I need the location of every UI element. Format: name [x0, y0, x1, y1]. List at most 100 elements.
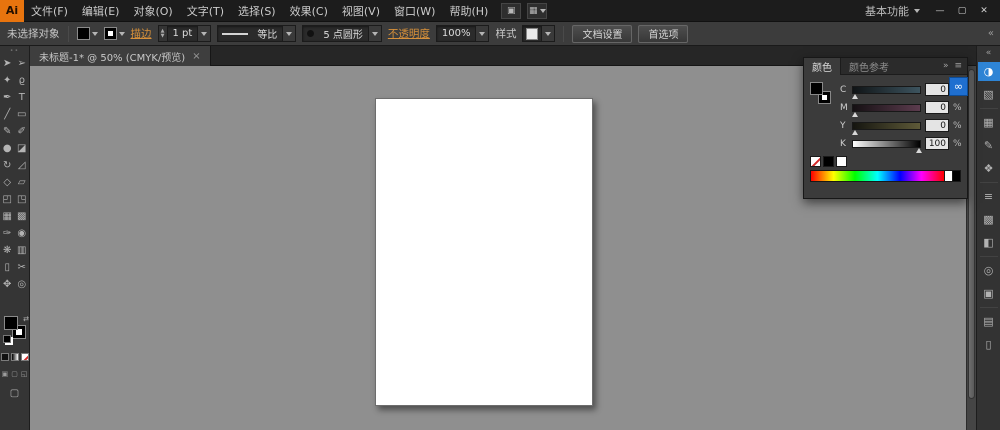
width-profile-dropdown-button[interactable]	[282, 26, 295, 41]
gradient-button[interactable]	[11, 353, 19, 361]
shape-builder-tool[interactable]: ◰	[0, 191, 15, 208]
menu-type[interactable]: 文字(T)	[180, 0, 231, 22]
bridge-icon[interactable]: ▣	[501, 3, 521, 19]
brush-definition-dropdown[interactable]: 5 点圆形	[302, 25, 382, 42]
dock-icon-brushes[interactable]: ✎	[978, 136, 1000, 155]
brush-dropdown-button[interactable]	[368, 26, 381, 41]
tab-color-guide[interactable]: 颜色参考	[841, 58, 897, 75]
tab-color[interactable]: 颜色	[804, 58, 841, 75]
type-tool[interactable]: T	[15, 89, 30, 106]
rotate-tool[interactable]: ↻	[0, 157, 15, 174]
artboard[interactable]	[375, 98, 593, 406]
minimize-button[interactable]: —	[930, 3, 950, 19]
opacity-dropdown-button[interactable]	[475, 26, 488, 41]
magenta-slider[interactable]	[852, 104, 921, 112]
draw-behind-icon[interactable]: ▢	[11, 370, 18, 378]
dock-icon-swatches[interactable]: ▦	[978, 113, 1000, 132]
zoom-tool[interactable]: ◎	[15, 276, 30, 293]
dock-icon-stroke[interactable]: ≡	[978, 187, 1000, 206]
lasso-tool[interactable]: ϱ	[15, 72, 30, 89]
cyan-slider-thumb[interactable]	[852, 94, 858, 99]
menu-view[interactable]: 视图(V)	[335, 0, 387, 22]
dock-icon-appearance[interactable]: ◎	[978, 261, 1000, 280]
screen-mode-button[interactable]: ▢	[10, 388, 19, 399]
dock-icon-graphic-styles[interactable]: ▣	[978, 284, 1000, 303]
yellow-slider-thumb[interactable]	[852, 130, 858, 135]
preferences-button[interactable]: 首选项	[638, 25, 688, 43]
black-swatch[interactable]	[823, 156, 834, 167]
default-fill-stroke-icon[interactable]	[3, 335, 11, 343]
close-button[interactable]: ✕	[974, 3, 994, 19]
line-segment-tool[interactable]: ╱	[0, 106, 15, 123]
eraser-tool[interactable]: ◪	[15, 140, 30, 157]
menu-file[interactable]: 文件(F)	[24, 0, 75, 22]
spectrum-gradient[interactable]	[811, 171, 944, 181]
pen-tool[interactable]: ✒	[0, 89, 15, 106]
black-slider[interactable]	[852, 140, 921, 148]
selection-tool[interactable]: ➤	[0, 55, 15, 72]
dock-icon-color[interactable]: ◑	[978, 62, 1000, 81]
fill-color-dropdown[interactable]	[77, 27, 98, 40]
white-swatch[interactable]	[836, 156, 847, 167]
dock-icon-color-guide[interactable]: ▧	[978, 85, 1000, 104]
menu-select[interactable]: 选择(S)	[231, 0, 283, 22]
magenta-slider-thumb[interactable]	[852, 112, 858, 117]
stroke-panel-link[interactable]: 描边	[131, 26, 152, 41]
toolbar-grip[interactable]: ∙∙	[0, 46, 29, 55]
tab-close-icon[interactable]: ×	[192, 51, 200, 62]
blend-tool[interactable]: ◉	[15, 225, 30, 242]
stroke-width-stepper[interactable]: ▲▼	[159, 26, 168, 41]
stroke-width-dropdown-button[interactable]	[197, 26, 210, 41]
stroke-color-dropdown[interactable]	[104, 27, 125, 40]
control-bar-overflow-icon[interactable]: «	[988, 28, 1000, 39]
spectrum-white-swatch[interactable]	[944, 171, 952, 181]
dock-icon-layers[interactable]: ▤	[978, 312, 1000, 331]
paintbrush-tool[interactable]: ✎	[0, 123, 15, 140]
color-panel-flyout-icon[interactable]: ∞	[949, 77, 968, 96]
panel-menu-icon[interactable]: ≡	[954, 61, 962, 71]
cyan-slider[interactable]	[852, 86, 921, 94]
menu-effect[interactable]: 效果(C)	[283, 0, 335, 22]
black-value-field[interactable]: 100	[925, 137, 949, 150]
fill-indicator[interactable]	[4, 316, 18, 330]
free-transform-tool[interactable]: ▱	[15, 174, 30, 191]
opacity-panel-link[interactable]: 不透明度	[388, 26, 430, 41]
vertical-scrollbar-thumb[interactable]	[968, 69, 975, 399]
spectrum-black-swatch[interactable]	[952, 171, 960, 181]
none-button[interactable]	[21, 353, 29, 361]
menu-edit[interactable]: 编辑(E)	[75, 0, 127, 22]
black-slider-thumb[interactable]	[916, 148, 922, 153]
menu-window[interactable]: 窗口(W)	[387, 0, 442, 22]
stroke-width-field[interactable]: ▲▼ 1 pt	[158, 25, 212, 42]
dock-icon-artboards[interactable]: ▯	[978, 335, 1000, 354]
dock-icon-gradient[interactable]: ▩	[978, 210, 1000, 229]
draw-normal-icon[interactable]: ▣	[2, 370, 9, 378]
hand-tool[interactable]: ✥	[0, 276, 15, 293]
none-swatch[interactable]	[810, 156, 821, 167]
blob-brush-tool[interactable]: ●	[0, 140, 15, 157]
opacity-field[interactable]: 100%	[436, 25, 490, 42]
eyedropper-tool[interactable]: ✑	[0, 225, 15, 242]
spectrum-bar[interactable]	[810, 170, 961, 182]
cyan-value-field[interactable]: 0	[925, 83, 949, 96]
gradient-tool[interactable]: ▩	[15, 208, 30, 225]
width-tool[interactable]: ◇	[0, 174, 15, 191]
arrange-documents-icon[interactable]: ▦	[527, 3, 547, 19]
mesh-tool[interactable]: ▦	[0, 208, 15, 225]
dock-icon-transparency[interactable]: ◧	[978, 233, 1000, 252]
direct-selection-tool[interactable]: ➢	[15, 55, 30, 72]
menu-help[interactable]: 帮助(H)	[442, 0, 495, 22]
slice-tool[interactable]: ✂	[15, 259, 30, 276]
magic-wand-tool[interactable]: ✦	[0, 72, 15, 89]
rectangle-tool[interactable]: ▭	[15, 106, 30, 123]
perspective-grid-tool[interactable]: ◳	[15, 191, 30, 208]
collapse-panel-icon[interactable]: »	[943, 61, 949, 71]
draw-inside-icon[interactable]: ◱	[21, 370, 28, 378]
artboard-tool[interactable]: ▯	[0, 259, 15, 276]
workspace-switcher[interactable]: 基本功能	[865, 3, 920, 19]
restore-button[interactable]: ▢	[952, 3, 972, 19]
yellow-slider[interactable]	[852, 122, 921, 130]
document-setup-button[interactable]: 文档设置	[572, 25, 632, 43]
column-graph-tool[interactable]: ▥	[15, 242, 30, 259]
scale-tool[interactable]: ◿	[15, 157, 30, 174]
